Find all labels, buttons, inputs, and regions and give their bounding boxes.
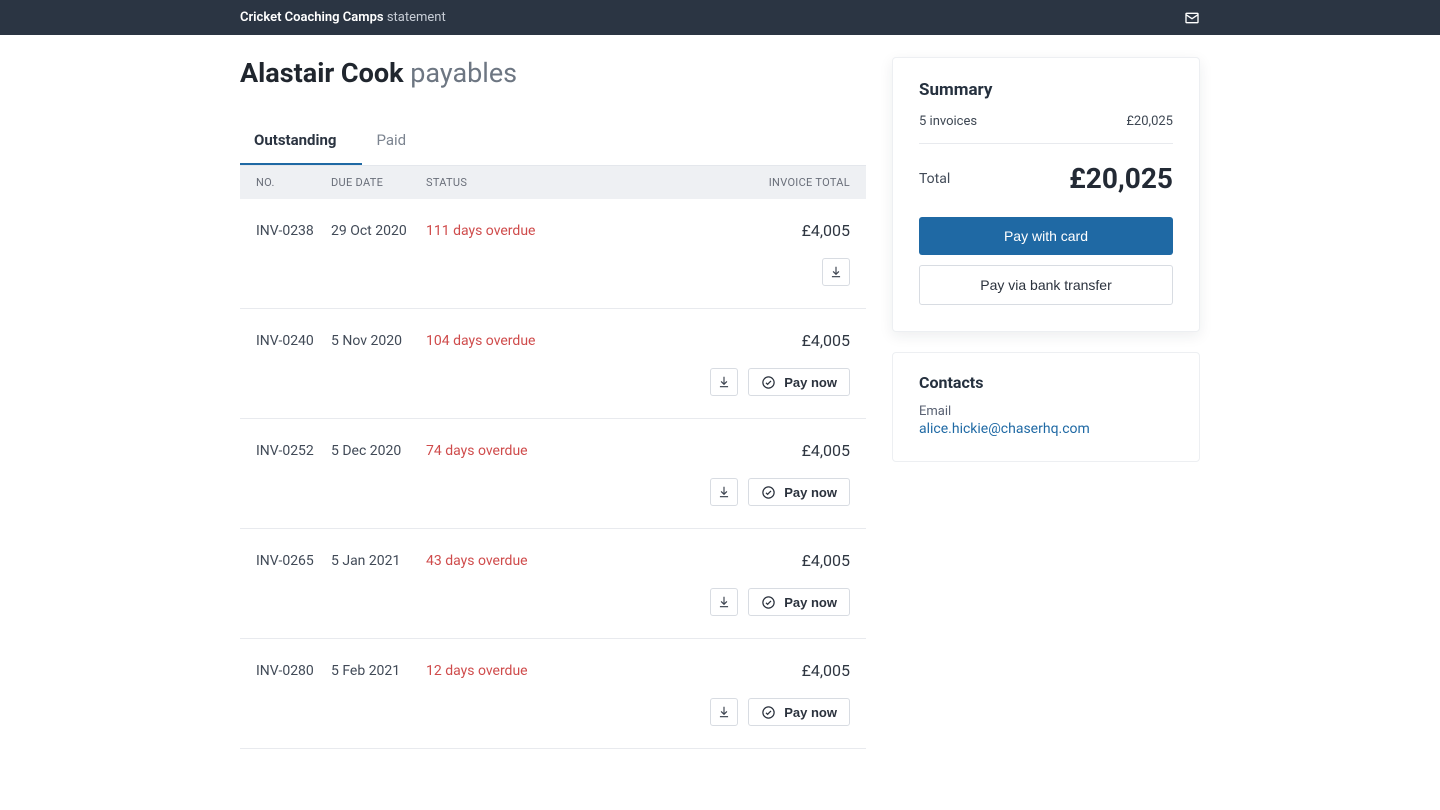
- pay-now-label: Pay now: [784, 375, 837, 390]
- check-circle-icon: [761, 705, 776, 720]
- table-row: INV-02525 Dec 202074 days overdue£4,005 P…: [240, 419, 866, 529]
- tabs: Outstanding Paid: [240, 117, 866, 166]
- row-actions: Pay now: [256, 698, 850, 726]
- check-circle-icon: [761, 375, 776, 390]
- invoice-due: 5 Feb 2021: [331, 663, 426, 679]
- summary-total-amount: £20,025: [1069, 162, 1173, 195]
- summary-count-line: 5 invoices £20,025: [919, 114, 1173, 144]
- tab-paid[interactable]: Paid: [362, 117, 432, 165]
- invoice-total: £4,005: [710, 441, 850, 460]
- topbar-title: Cricket Coaching Camps statement: [240, 10, 446, 25]
- pay-now-label: Pay now: [784, 595, 837, 610]
- summary-count-amount: £20,025: [1126, 114, 1173, 129]
- tab-outstanding[interactable]: Outstanding: [240, 117, 362, 165]
- table-header: NO. DUE DATE STATUS INVOICE TOTAL: [240, 166, 866, 199]
- invoice-due: 5 Dec 2020: [331, 443, 426, 459]
- invoice-status: 104 days overdue: [426, 333, 710, 349]
- invoice-no: INV-0265: [256, 553, 331, 569]
- check-circle-icon: [761, 595, 776, 610]
- invoice-due: 29 Oct 2020: [331, 223, 426, 239]
- pay-now-label: Pay now: [784, 705, 837, 720]
- summary-total-label: Total: [919, 171, 950, 187]
- invoice-total: £4,005: [710, 551, 850, 570]
- customer-name: Alastair Cook: [240, 57, 404, 89]
- download-icon: [717, 705, 731, 719]
- invoice-no: INV-0240: [256, 333, 331, 349]
- contacts-email-label: Email: [919, 404, 1173, 419]
- col-header-total: INVOICE TOTAL: [710, 176, 850, 189]
- title-suffix: statement: [387, 10, 446, 25]
- row-actions: Pay now: [256, 478, 850, 506]
- check-circle-icon: [761, 485, 776, 500]
- download-button[interactable]: [710, 368, 738, 396]
- col-header-due: DUE DATE: [331, 176, 426, 189]
- row-actions: Pay now: [256, 588, 850, 616]
- pay-now-label: Pay now: [784, 485, 837, 500]
- invoice-total: £4,005: [710, 221, 850, 240]
- invoice-list: INV-023829 Oct 2020111 days overdue£4,00…: [240, 199, 866, 749]
- download-icon: [717, 485, 731, 499]
- invoice-no: INV-0280: [256, 663, 331, 679]
- org-name: Cricket Coaching Camps: [240, 10, 384, 25]
- invoice-no: INV-0252: [256, 443, 331, 459]
- invoice-total: £4,005: [710, 331, 850, 350]
- invoice-status: 74 days overdue: [426, 443, 710, 459]
- contacts-title: Contacts: [919, 373, 1173, 392]
- download-button[interactable]: [710, 698, 738, 726]
- invoice-status: 12 days overdue: [426, 663, 710, 679]
- table-row: INV-023829 Oct 2020111 days overdue£4,00…: [240, 199, 866, 309]
- row-actions: Pay now: [256, 368, 850, 396]
- contacts-card: Contacts Email alice.hickie@chaserhq.com: [892, 352, 1200, 462]
- summary-title: Summary: [919, 80, 1173, 100]
- invoice-due: 5 Nov 2020: [331, 333, 426, 349]
- pay-now-button[interactable]: Pay now: [748, 698, 850, 726]
- table-row: INV-02405 Nov 2020104 days overdue£4,005…: [240, 309, 866, 419]
- topbar: Cricket Coaching Camps statement: [0, 0, 1440, 35]
- col-header-no: NO.: [256, 176, 331, 189]
- col-header-status: STATUS: [426, 176, 710, 189]
- main-content: Alastair Cook payables Outstanding Paid …: [240, 57, 866, 749]
- table-row: INV-02655 Jan 202143 days overdue£4,005 P…: [240, 529, 866, 639]
- contacts-email[interactable]: alice.hickie@chaserhq.com: [919, 421, 1173, 437]
- invoice-status: 111 days overdue: [426, 223, 710, 239]
- pay-with-card-button[interactable]: Pay with card: [919, 217, 1173, 255]
- pay-via-bank-button[interactable]: Pay via bank transfer: [919, 265, 1173, 305]
- title-word: payables: [410, 57, 517, 89]
- invoice-due: 5 Jan 2021: [331, 553, 426, 569]
- download-button[interactable]: [710, 478, 738, 506]
- invoice-status: 43 days overdue: [426, 553, 710, 569]
- download-button[interactable]: [822, 258, 850, 286]
- pay-now-button[interactable]: Pay now: [748, 368, 850, 396]
- download-icon: [717, 595, 731, 609]
- table-row: INV-02805 Feb 202112 days overdue£4,005 P…: [240, 639, 866, 749]
- download-icon: [829, 265, 843, 279]
- invoice-no: INV-0238: [256, 223, 331, 239]
- sidebar: Summary 5 invoices £20,025 Total £20,025…: [892, 57, 1200, 462]
- invoice-total: £4,005: [710, 661, 850, 680]
- row-actions: [256, 258, 850, 286]
- page-title: Alastair Cook payables: [240, 57, 866, 89]
- summary-total-line: Total £20,025: [919, 144, 1173, 217]
- mail-icon[interactable]: [1184, 10, 1200, 26]
- summary-card: Summary 5 invoices £20,025 Total £20,025…: [892, 57, 1200, 332]
- summary-count-label: 5 invoices: [919, 114, 977, 129]
- pay-now-button[interactable]: Pay now: [748, 588, 850, 616]
- pay-now-button[interactable]: Pay now: [748, 478, 850, 506]
- download-icon: [717, 375, 731, 389]
- download-button[interactable]: [710, 588, 738, 616]
